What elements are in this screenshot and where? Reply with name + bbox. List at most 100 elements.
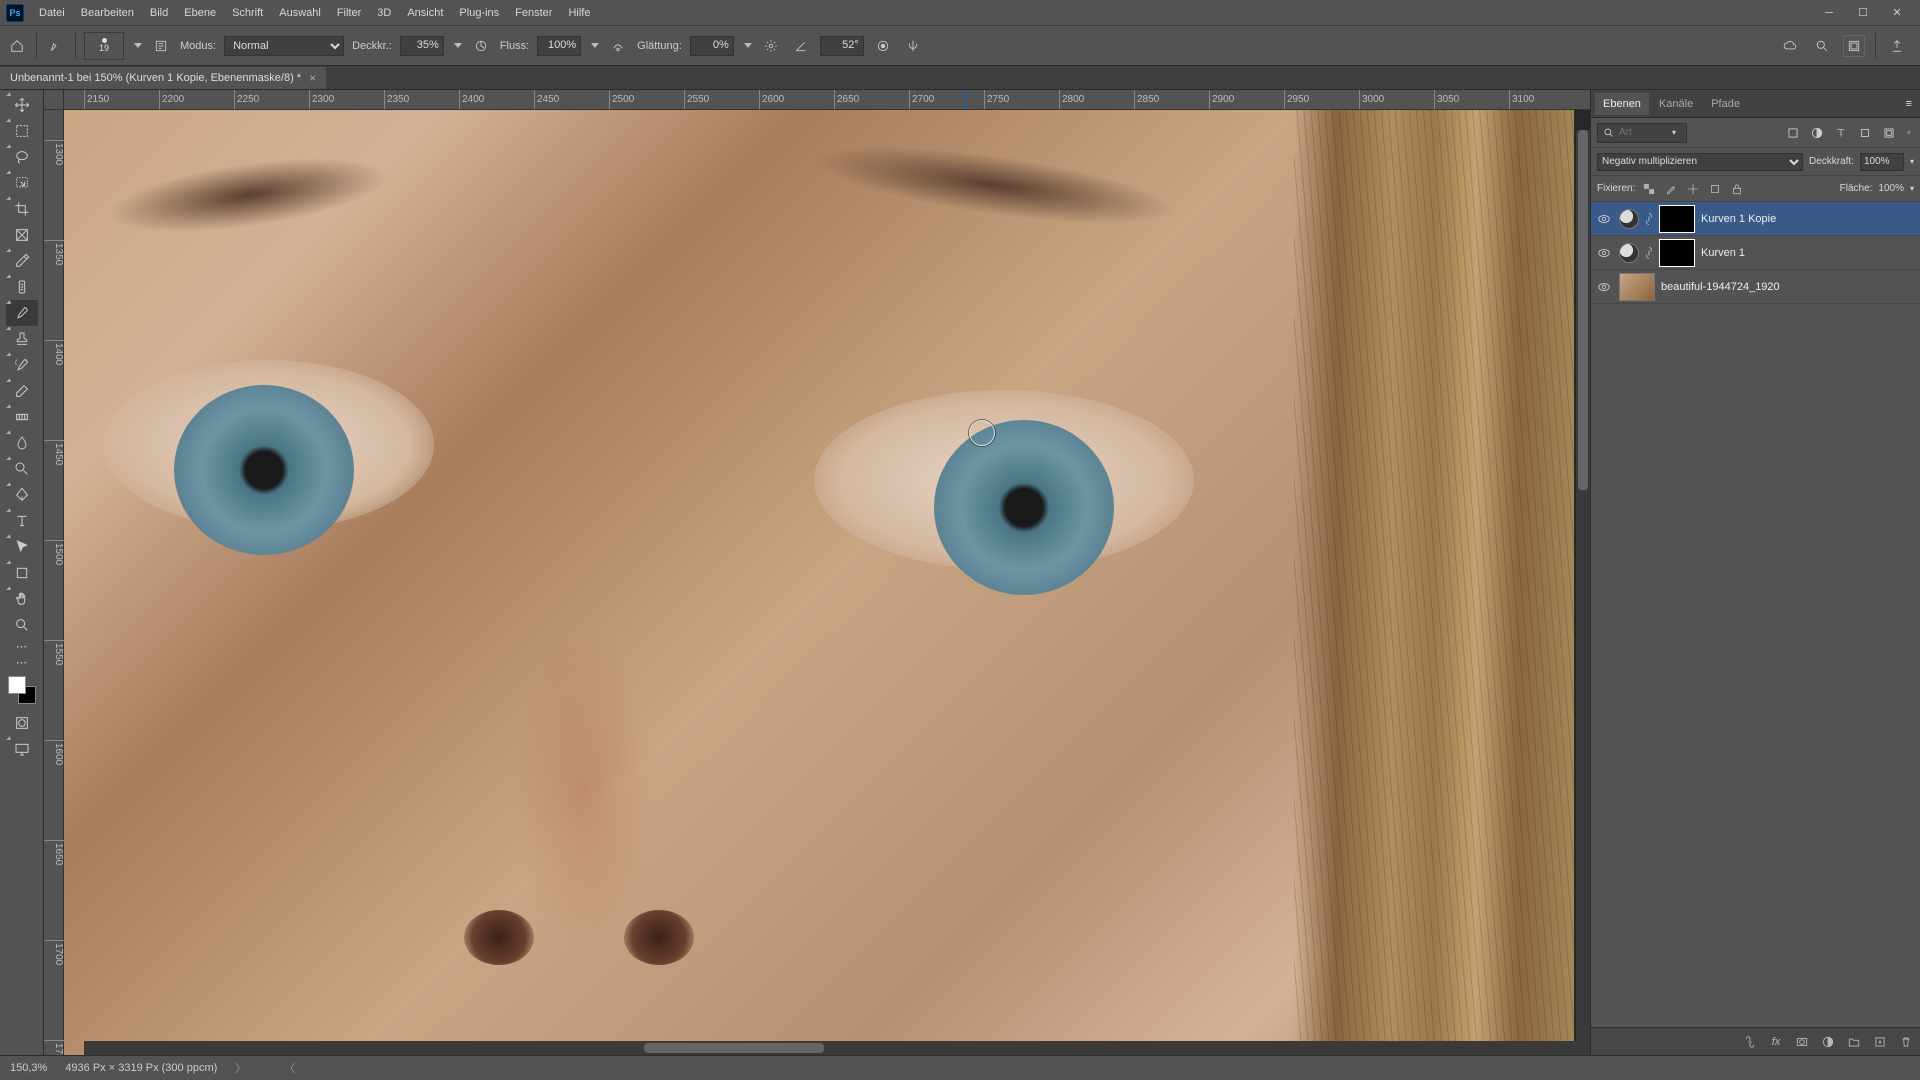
mask-thumb[interactable] — [1659, 205, 1695, 233]
visibility-icon[interactable] — [1595, 278, 1613, 296]
blur-tool[interactable] — [6, 430, 38, 456]
canvas[interactable] — [64, 110, 1590, 1055]
close-tab-icon[interactable]: × — [309, 71, 316, 85]
layer-row[interactable]: beautiful-1944724_1920 — [1591, 270, 1920, 304]
home-icon[interactable] — [6, 35, 28, 57]
crop-tool[interactable] — [6, 196, 38, 222]
filter-smart-icon[interactable] — [1880, 124, 1898, 142]
pressure-size-icon[interactable] — [872, 35, 894, 57]
menu-plugins[interactable]: Plug-ins — [452, 4, 506, 22]
v-scrollbar[interactable] — [1576, 130, 1590, 1041]
filter-toggle-icon[interactable]: ◦ — [1904, 124, 1914, 142]
foreground-color[interactable] — [8, 676, 26, 694]
layer-search-input[interactable] — [1619, 127, 1669, 138]
zoom-tool[interactable] — [6, 612, 38, 638]
new-layer-icon[interactable] — [1872, 1034, 1888, 1050]
screenmode-button[interactable] — [6, 736, 38, 762]
layer-row[interactable]: Kurven 1 — [1591, 236, 1920, 270]
menu-ebene[interactable]: Ebene — [177, 4, 223, 22]
mask-thumb[interactable] — [1659, 239, 1695, 267]
smoothing-value[interactable]: 0% — [690, 36, 734, 56]
menu-hilfe[interactable]: Hilfe — [561, 4, 597, 22]
hand-tool[interactable] — [6, 586, 38, 612]
menu-auswahl[interactable]: Auswahl — [272, 4, 328, 22]
opacity-value[interactable]: 35% — [400, 36, 444, 56]
lock-position-icon[interactable] — [1685, 181, 1701, 197]
visibility-icon[interactable] — [1595, 210, 1613, 228]
tab-pfade[interactable]: Pfade — [1703, 93, 1748, 115]
status-arrow-icon[interactable]: 〉 — [235, 1060, 246, 1076]
layer-name[interactable]: beautiful-1944724_1920 — [1661, 281, 1780, 293]
cloud-icon[interactable] — [1779, 35, 1801, 57]
filter-type-icon[interactable] — [1832, 124, 1850, 142]
marquee-tool[interactable] — [6, 118, 38, 144]
layer-name[interactable]: Kurven 1 — [1701, 247, 1745, 259]
lasso-tool[interactable] — [6, 144, 38, 170]
object-select-tool[interactable] — [6, 170, 38, 196]
pen-tool[interactable] — [6, 482, 38, 508]
flow-dropdown-icon[interactable] — [591, 43, 599, 48]
close-button[interactable]: ✕ — [1880, 2, 1914, 24]
menu-datei[interactable]: Datei — [32, 4, 72, 22]
layer-fx-icon[interactable]: fx — [1768, 1034, 1784, 1050]
menu-ansicht[interactable]: Ansicht — [400, 4, 450, 22]
menu-bild[interactable]: Bild — [143, 4, 175, 22]
maximize-button[interactable]: ☐ — [1846, 2, 1880, 24]
filter-adj-icon[interactable] — [1808, 124, 1826, 142]
menu-filter[interactable]: Filter — [330, 4, 368, 22]
layer-search[interactable]: ▾ — [1597, 123, 1687, 143]
filter-pixel-icon[interactable] — [1784, 124, 1802, 142]
fill-value[interactable]: 100% — [1878, 183, 1904, 194]
lock-artboard-icon[interactable] — [1707, 181, 1723, 197]
airbrush-icon[interactable] — [607, 35, 629, 57]
menu-bearbeiten[interactable]: Bearbeiten — [74, 4, 141, 22]
lock-all-icon[interactable] — [1729, 181, 1745, 197]
layer-opacity-value[interactable]: 100% — [1860, 153, 1904, 171]
panel-menu-icon[interactable]: ≡ — [1902, 94, 1916, 114]
dodge-tool[interactable] — [6, 456, 38, 482]
link-layers-icon[interactable] — [1742, 1034, 1758, 1050]
filter-shape-icon[interactable] — [1856, 124, 1874, 142]
search-icon[interactable] — [1811, 35, 1833, 57]
tab-kanale[interactable]: Kanäle — [1651, 93, 1701, 115]
zoom-level[interactable]: 150,3% — [10, 1062, 47, 1074]
workspace-icon[interactable] — [1843, 35, 1865, 57]
quickmask-button[interactable] — [6, 710, 38, 736]
brush-tool[interactable] — [6, 300, 38, 326]
tab-ebenen[interactable]: Ebenen — [1595, 93, 1649, 115]
symmetry-icon[interactable] — [902, 35, 924, 57]
frame-tool[interactable] — [6, 222, 38, 248]
menu-schrift[interactable]: Schrift — [225, 4, 270, 22]
brush-preset-picker[interactable]: 19 — [84, 32, 124, 60]
flow-value[interactable]: 100% — [537, 36, 581, 56]
group-layers-icon[interactable] — [1846, 1034, 1862, 1050]
layer-thumb[interactable] — [1619, 273, 1655, 301]
share-icon[interactable] — [1886, 35, 1908, 57]
brush-panel-icon[interactable] — [150, 35, 172, 57]
h-scrollbar[interactable] — [84, 1041, 1590, 1055]
menu-3d[interactable]: 3D — [370, 4, 398, 22]
layer-mask-icon[interactable] — [1794, 1034, 1810, 1050]
document-tab[interactable]: Unbenannt-1 bei 150% (Kurven 1 Kopie, Eb… — [0, 67, 326, 89]
delete-layer-icon[interactable] — [1898, 1034, 1914, 1050]
more-tools[interactable]: ⋯ — [6, 638, 38, 654]
pressure-opacity-icon[interactable] — [470, 35, 492, 57]
tool-preset-icon[interactable] — [45, 35, 67, 57]
visibility-icon[interactable] — [1595, 244, 1613, 262]
shape-tool[interactable] — [6, 560, 38, 586]
angle-icon[interactable] — [790, 35, 812, 57]
eraser-tool[interactable] — [6, 378, 38, 404]
smoothing-dropdown-icon[interactable] — [744, 43, 752, 48]
blend-mode-select[interactable]: Normal — [224, 36, 344, 56]
stamp-tool[interactable] — [6, 326, 38, 352]
adjustment-layer-icon[interactable] — [1820, 1034, 1836, 1050]
move-tool[interactable] — [6, 92, 38, 118]
layer-blend-select[interactable]: Negativ multiplizieren — [1597, 153, 1803, 171]
healing-tool[interactable] — [6, 274, 38, 300]
type-tool[interactable] — [6, 508, 38, 534]
status-prev-icon[interactable]: 〈 — [284, 1060, 295, 1076]
layer-name[interactable]: Kurven 1 Kopie — [1701, 213, 1776, 225]
layer-row[interactable]: Kurven 1 Kopie — [1591, 202, 1920, 236]
lock-transparency-icon[interactable] — [1641, 181, 1657, 197]
ruler-horizontal[interactable]: 2150220022502300235024002450250025502600… — [64, 90, 1590, 110]
